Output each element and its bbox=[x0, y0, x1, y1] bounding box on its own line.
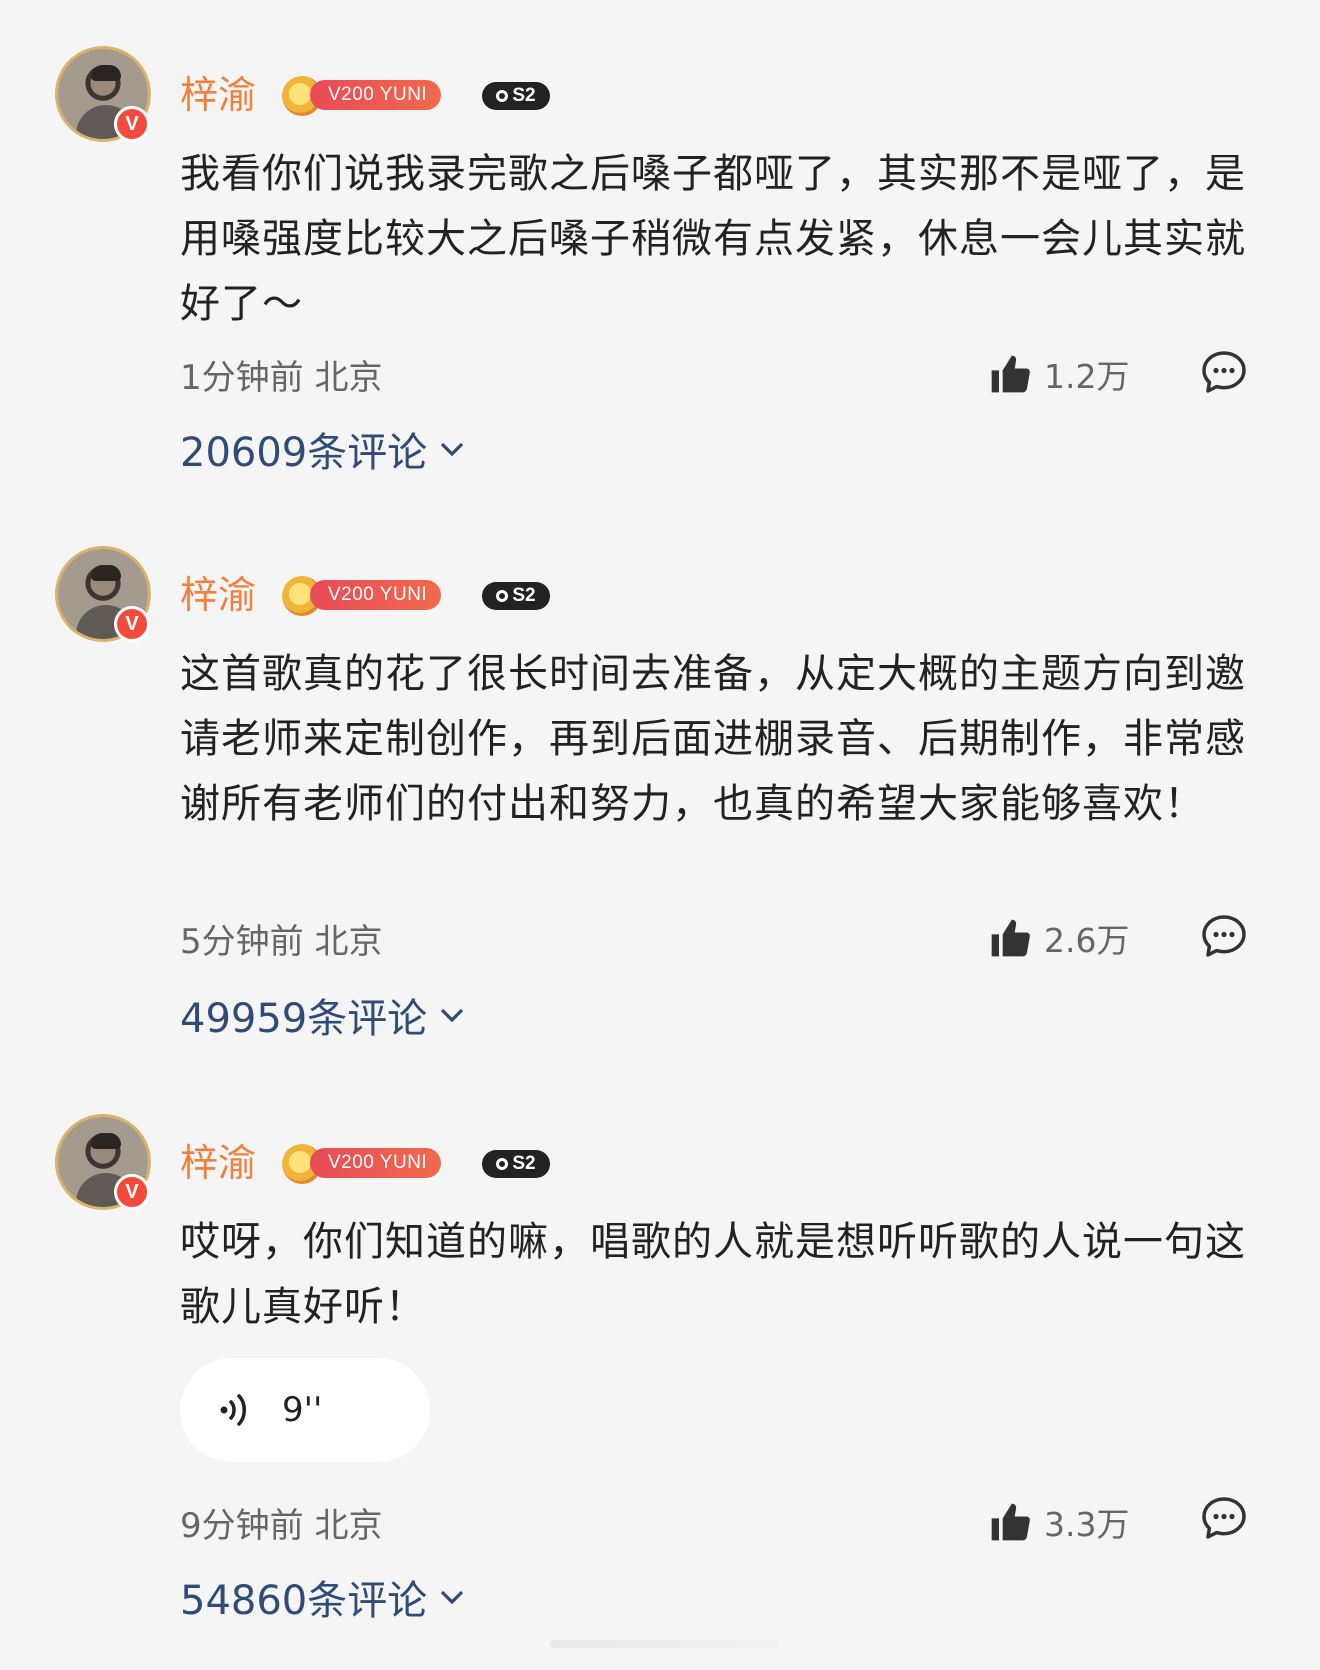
reply-count-link[interactable]: 20609条评论 bbox=[180, 420, 467, 478]
comment-location: 北京 bbox=[314, 1506, 383, 1546]
ring-icon bbox=[496, 590, 509, 602]
verified-badge-icon: V bbox=[114, 106, 150, 142]
like-button[interactable]: 3.3万 bbox=[988, 1498, 1129, 1546]
chevron-down-icon bbox=[441, 1590, 464, 1605]
comment-text: 哎呀，你们知道的嘛，唱歌的人就是想听听歌的人说一句这歌儿真好听！ bbox=[180, 1219, 1246, 1330]
comment-location: 北京 bbox=[314, 358, 383, 398]
vip-tag[interactable]: V200 YUNI bbox=[310, 1148, 442, 1178]
reply-count-link[interactable]: 49959条评论 bbox=[180, 986, 467, 1044]
verified-badge-icon: V bbox=[114, 606, 150, 642]
voice-wave-icon bbox=[220, 1394, 246, 1426]
voice-message[interactable]: 9'' bbox=[180, 1358, 430, 1462]
thumbs-up-icon bbox=[991, 919, 1030, 957]
username[interactable]: 梓渝 bbox=[180, 72, 256, 118]
season-tag[interactable]: S2 bbox=[482, 582, 550, 610]
comment-meta: 9分钟前 北京 bbox=[180, 1498, 382, 1547]
season-label: S2 bbox=[512, 85, 536, 106]
ring-icon bbox=[496, 1158, 509, 1170]
voice-duration: 9'' bbox=[282, 1390, 323, 1430]
vip-tag[interactable]: V200 YUNI bbox=[310, 80, 442, 110]
like-count: 2.6万 bbox=[1044, 921, 1130, 960]
verified-badge-icon: V bbox=[114, 1174, 150, 1210]
like-count: 1.2万 bbox=[1044, 357, 1130, 396]
username[interactable]: 梓渝 bbox=[180, 1140, 256, 1186]
like-count: 3.3万 bbox=[1044, 1505, 1130, 1544]
ring-icon bbox=[496, 90, 509, 102]
reply-count: 49959条评论 bbox=[180, 996, 428, 1042]
comment-text: 我看你们说我录完歌之后嗓子都哑了，其实那不是哑了，是用嗓强度比较大之后嗓子稍微有… bbox=[180, 151, 1246, 327]
season-tag[interactable]: S2 bbox=[482, 82, 550, 110]
comment-time: 5分钟前 bbox=[180, 922, 304, 962]
thumbs-up-icon bbox=[991, 355, 1030, 393]
like-button[interactable]: 1.2万 bbox=[988, 350, 1129, 398]
reply-count-link[interactable]: 54860条评论 bbox=[180, 1568, 467, 1626]
thumbs-up-icon bbox=[991, 1503, 1030, 1541]
comment-time: 9分钟前 bbox=[180, 1506, 304, 1546]
season-label: S2 bbox=[512, 585, 536, 606]
reply-count: 54860条评论 bbox=[180, 1578, 428, 1624]
season-tag[interactable]: S2 bbox=[482, 1150, 550, 1178]
comment-time: 1分钟前 bbox=[180, 358, 304, 398]
comment-meta: 5分钟前 北京 bbox=[180, 914, 382, 963]
vip-tag[interactable]: V200 YUNI bbox=[310, 580, 442, 610]
season-label: S2 bbox=[512, 1153, 536, 1174]
comment-location: 北京 bbox=[314, 922, 383, 962]
reply-count: 20609条评论 bbox=[180, 430, 428, 476]
chevron-down-icon bbox=[441, 1008, 464, 1023]
comment-bubble-icon[interactable] bbox=[1200, 348, 1248, 396]
comment-bubble-icon[interactable] bbox=[1200, 1494, 1248, 1542]
chevron-down-icon bbox=[441, 442, 464, 457]
comment-bubble-icon[interactable] bbox=[1200, 912, 1248, 960]
comment-text: 这首歌真的花了很长时间去准备，从定大概的主题方向到邀请老师来定制创作，再到后面进… bbox=[180, 651, 1246, 827]
comment-meta: 1分钟前 北京 bbox=[180, 350, 382, 399]
like-button[interactable]: 2.6万 bbox=[988, 914, 1129, 962]
username[interactable]: 梓渝 bbox=[180, 572, 256, 618]
watermark-strip bbox=[550, 1640, 780, 1648]
